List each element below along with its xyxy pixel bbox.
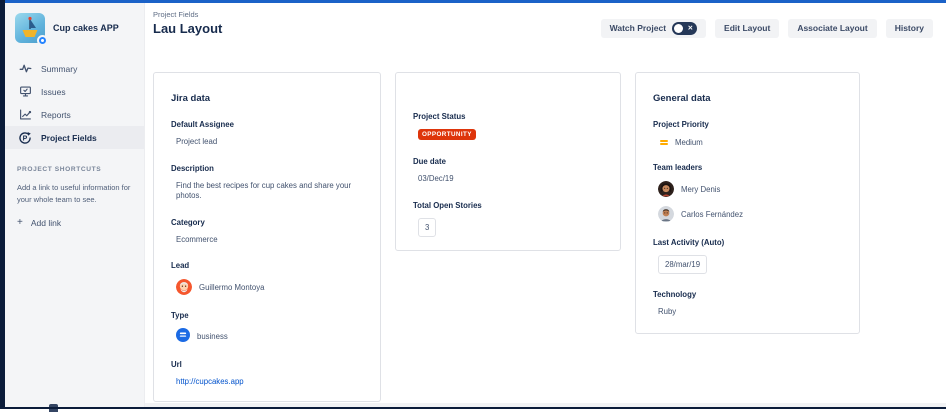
mery-avatar bbox=[658, 181, 674, 197]
field-due-date: Due date 03/Dec/19 bbox=[413, 157, 603, 185]
priority-row: Medium bbox=[653, 138, 842, 147]
sidebar-item-project-fields[interactable]: P Project Fields bbox=[5, 126, 144, 149]
page-header: Project Fields Lau Layout Watch Project … bbox=[146, 3, 946, 38]
field-category: Category Ecommerce bbox=[171, 218, 363, 246]
field-value: Project lead bbox=[176, 137, 218, 146]
business-project-icon bbox=[176, 328, 190, 344]
project-type-badge-icon bbox=[37, 35, 48, 46]
field-label: Team leaders bbox=[653, 163, 703, 172]
associate-layout-button[interactable]: Associate Layout bbox=[788, 19, 877, 38]
sidebar-item-label: Summary bbox=[41, 63, 78, 74]
status-badge: OPPORTUNITY bbox=[418, 129, 476, 140]
carlos-avatar bbox=[658, 206, 674, 222]
sidebar-item-reports[interactable]: Reports bbox=[5, 103, 144, 126]
sidebar-item-summary[interactable]: Summary bbox=[5, 57, 144, 80]
lead-user: Guillermo Montoya bbox=[171, 279, 363, 296]
field-description: Description Find the best recipes for cu… bbox=[171, 164, 363, 202]
toggle-knob bbox=[674, 24, 684, 33]
card-title: Jira data bbox=[171, 93, 211, 104]
team-leader-name: Mery Denis bbox=[681, 184, 721, 194]
toggle-off-icon: ✕ bbox=[687, 25, 694, 32]
priority-value: Medium bbox=[675, 138, 703, 147]
cupcake-app-icon[interactable] bbox=[15, 13, 48, 46]
jira-data-card: Jira data Default Assignee Project lead … bbox=[153, 72, 381, 402]
last-activity-box: 28/mar/19 bbox=[658, 255, 708, 274]
project-fields-icon: P bbox=[18, 131, 32, 145]
add-link-label: Add link bbox=[30, 218, 62, 229]
history-button[interactable]: History bbox=[885, 19, 933, 38]
app-window: Cup cakes APP Summary Issues Reports P P… bbox=[0, 0, 946, 412]
field-last-activity: Last Activity (Auto) 28/mar/19 bbox=[653, 238, 842, 274]
header-actions: Watch Project ✕ Edit Layout Associate La… bbox=[600, 19, 933, 38]
field-label: Type bbox=[171, 311, 189, 321]
team-leader-row: Mery Denis bbox=[653, 181, 842, 197]
pulse-icon bbox=[18, 62, 32, 76]
watch-project-button[interactable]: Watch Project ✕ bbox=[600, 19, 707, 38]
plus-icon: + bbox=[17, 217, 23, 229]
main-content: Project Fields Lau Layout Watch Project … bbox=[146, 3, 946, 407]
status-card: Project Status OPPORTUNITY Due date 03/D… bbox=[395, 72, 621, 251]
sidebar-item-issues[interactable]: Issues bbox=[5, 80, 144, 103]
field-label: Project Priority bbox=[653, 120, 709, 129]
project-url-link[interactable]: http://cupcakes.app bbox=[176, 377, 244, 386]
type-value: business bbox=[197, 331, 228, 341]
field-value: Ruby bbox=[658, 307, 677, 316]
field-cards: Jira data Default Assignee Project lead … bbox=[153, 72, 860, 402]
sidebar-item-label: Issues bbox=[41, 86, 66, 97]
field-url: Url http://cupcakes.app bbox=[171, 360, 363, 388]
shortcuts-heading: PROJECT SHORTCUTS bbox=[17, 166, 102, 173]
window-accent-line bbox=[0, 0, 946, 3]
total-open-stories-box: 3 bbox=[418, 217, 437, 237]
project-shortcuts-section: PROJECT SHORTCUTS Add a link to useful i… bbox=[5, 166, 144, 228]
field-label: Technology bbox=[653, 290, 697, 299]
general-data-card: General data Project Priority Medium Tea… bbox=[635, 72, 860, 334]
monitor-icon bbox=[18, 85, 32, 99]
field-label: Category bbox=[171, 217, 205, 227]
svg-text:P: P bbox=[23, 135, 28, 142]
sidebar: Cup cakes APP Summary Issues Reports P P… bbox=[5, 3, 145, 412]
field-team-leaders: Team leaders Mery Denis Carlos Fernández bbox=[653, 163, 842, 222]
field-project-status: Project Status OPPORTUNITY bbox=[413, 112, 603, 141]
sidebar-item-label: Project Fields bbox=[41, 132, 97, 143]
field-label: Total Open Stories bbox=[413, 200, 482, 210]
field-label: Due date bbox=[413, 157, 446, 166]
field-label: Url bbox=[171, 360, 182, 370]
sidebar-nav: Summary Issues Reports P Project Fields bbox=[5, 57, 144, 149]
watch-toggle[interactable]: ✕ bbox=[672, 22, 698, 35]
add-link-button[interactable]: + Add link bbox=[17, 217, 132, 229]
breadcrumb: Project Fields bbox=[153, 10, 199, 19]
field-label: Description bbox=[171, 163, 214, 173]
field-label: Project Status bbox=[413, 112, 466, 121]
field-value: Find the best recipes for cup cakes and … bbox=[176, 180, 352, 201]
field-label: Last Activity (Auto) bbox=[653, 238, 725, 247]
field-value: 03/Dec/19 bbox=[418, 174, 454, 183]
lead-name: Guillermo Montoya bbox=[199, 282, 265, 292]
field-lead: Lead Guillermo Montoya bbox=[171, 261, 363, 296]
edit-layout-button[interactable]: Edit Layout bbox=[715, 19, 780, 38]
type-row: business bbox=[171, 328, 363, 344]
field-default-assignee: Default Assignee Project lead bbox=[171, 120, 363, 148]
card-title: General data bbox=[653, 93, 711, 104]
field-value: Ecommerce bbox=[176, 234, 218, 244]
field-label: Lead bbox=[171, 261, 190, 271]
team-leader-name: Carlos Fernández bbox=[681, 209, 743, 219]
field-label: Default Assignee bbox=[171, 120, 234, 129]
guillermo-avatar bbox=[176, 279, 192, 296]
shortcuts-description: Add a link to useful information for you… bbox=[17, 183, 131, 204]
field-technology: Technology Ruby bbox=[653, 290, 842, 318]
watch-project-label: Watch Project bbox=[609, 23, 667, 33]
project-header: Cup cakes APP bbox=[5, 3, 144, 51]
medium-priority-icon bbox=[660, 139, 668, 146]
field-type: Type business bbox=[171, 311, 363, 344]
team-leader-row: Carlos Fernández bbox=[653, 206, 842, 222]
field-project-priority: Project Priority Medium bbox=[653, 120, 842, 147]
field-total-open-stories: Total Open Stories 3 bbox=[413, 201, 603, 237]
window-left-frame bbox=[0, 0, 5, 409]
chart-icon bbox=[18, 108, 32, 122]
project-name: Cup cakes APP bbox=[53, 22, 119, 33]
sidebar-item-label: Reports bbox=[41, 109, 71, 120]
